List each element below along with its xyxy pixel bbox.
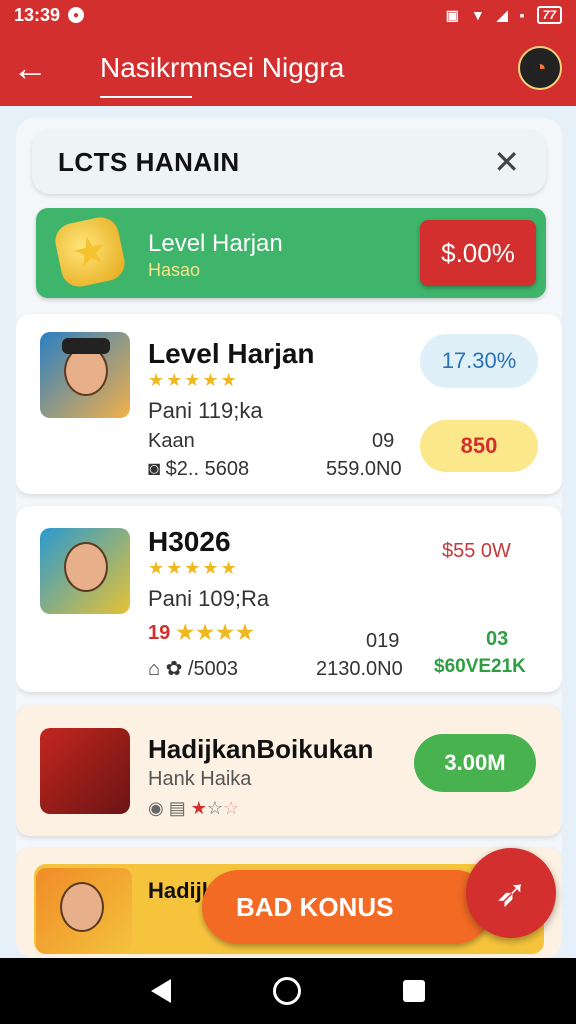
vibrate-icon: ▣ xyxy=(445,6,460,23)
fab-action-icon[interactable]: ➶ xyxy=(466,848,556,938)
status-icons: ▣ ▼ ◢ ▪ 77 xyxy=(446,6,562,24)
coin-icon: ◉ xyxy=(148,798,164,818)
side-amount: $55 0W xyxy=(442,540,511,562)
signal-icon: ◢ xyxy=(496,6,508,23)
level-banner[interactable]: ★ Level Harjan Hasao $.00% xyxy=(36,208,546,298)
search-title: LCTS HANAIN xyxy=(58,146,240,177)
game-card-1[interactable]: Level Harjan ★★★★★ Pani 119;ka Kaan ◙ $2… xyxy=(16,314,562,494)
star-filled-icon: ★ xyxy=(190,798,207,818)
star-rating-icon: ★★★★★ xyxy=(148,558,239,578)
star-empty-icon: ☆ xyxy=(223,798,240,818)
nav-back-icon[interactable] xyxy=(151,979,171,1003)
card-value: 09 xyxy=(372,430,395,452)
card-icon: ▤ xyxy=(168,798,186,818)
hat-icon xyxy=(62,338,110,354)
card-title: Level Harjan xyxy=(148,338,315,369)
game-card-3[interactable]: HadijkanBoikukan Hank Haika ◉ ▤ ★☆☆ 3.00… xyxy=(16,706,562,836)
card-line: Pani 119;ka xyxy=(148,398,263,423)
card-value: 019 xyxy=(366,630,400,652)
game-thumbnail xyxy=(40,528,130,614)
system-nav-bar xyxy=(0,958,576,1024)
game-thumbnail xyxy=(40,332,130,418)
content-panel: LCTS HANAIN ✕ ★ Level Harjan Hasao $.00%… xyxy=(16,118,562,958)
card-label: Kaan xyxy=(148,430,195,452)
card-rating: 19 ★★★★ xyxy=(148,622,256,644)
character-face-icon xyxy=(64,542,108,592)
card-title: H3026 xyxy=(148,526,231,557)
status-bar: 13:39 ● ▣ ▼ ◢ ▪ 77 xyxy=(0,0,576,30)
sd-icon: ▪ xyxy=(519,7,525,23)
star-badge-icon: ★ xyxy=(52,214,128,290)
rating-stars-icon: ★★★★ xyxy=(176,622,256,644)
score-pill[interactable]: 850 xyxy=(420,420,538,472)
card-amount: ◙ $2.. 5608 xyxy=(148,458,250,480)
notification-icon: ● xyxy=(68,7,85,23)
green-amount: $60VE21K xyxy=(434,656,526,677)
app-bar: ← Nasikrmnsei Niggra ◔ xyxy=(0,30,576,106)
close-icon[interactable]: ✕ xyxy=(493,143,520,181)
bonus-button[interactable]: BAD KONUS xyxy=(202,870,492,944)
nav-home-icon[interactable] xyxy=(273,977,301,1005)
banner-title: Level Harjan xyxy=(148,230,283,257)
character-icon: ✿ xyxy=(165,658,183,680)
battery-indicator: 77 xyxy=(536,6,562,24)
star-rating-icon: ★★★★★ xyxy=(148,370,239,390)
profile-avatar-icon[interactable]: ◔ xyxy=(518,46,562,90)
nav-recents-icon[interactable] xyxy=(403,980,425,1002)
game-card-2[interactable]: H3026 ★★★★★ Pani 109;Ra 19 ★★★★ ⌂ ✿ /5003… xyxy=(16,506,562,692)
game-thumbnail xyxy=(36,868,132,954)
card-value-total: 2130.0N0 xyxy=(316,658,403,680)
wifi-icon: ▼ xyxy=(471,7,485,23)
status-time: 13:39 xyxy=(14,4,61,25)
amount-pill[interactable]: 3.00M xyxy=(414,734,536,792)
app-title: Nasikrmnsei Niggra xyxy=(100,52,345,98)
wallet-icon: ◙ xyxy=(148,458,161,480)
card-subtitle: Hank Haika xyxy=(148,768,252,790)
back-arrow-icon[interactable]: ← xyxy=(0,30,60,106)
green-value: 03 xyxy=(486,628,509,650)
game-thumbnail xyxy=(40,728,130,814)
banner-percent-button[interactable]: $.00% xyxy=(420,220,536,286)
card-amount: ⌂ ✿ /5003 xyxy=(148,658,239,680)
percent-pill[interactable]: 17.30% xyxy=(420,334,538,388)
banner-subtitle: Hasao xyxy=(148,260,201,280)
card-line: Pani 109;Ra xyxy=(148,586,270,611)
search-header[interactable]: LCTS HANAIN ✕ xyxy=(32,130,546,194)
star-empty-icon: ☆ xyxy=(206,798,224,818)
card-tags: ◉ ▤ ★☆☆ xyxy=(148,798,239,819)
character-face-icon xyxy=(60,882,104,932)
card-title: HadijkanBoikukan xyxy=(148,734,374,764)
card-value-total: 559.0N0 xyxy=(326,458,402,480)
home-icon: ⌂ xyxy=(148,658,161,680)
